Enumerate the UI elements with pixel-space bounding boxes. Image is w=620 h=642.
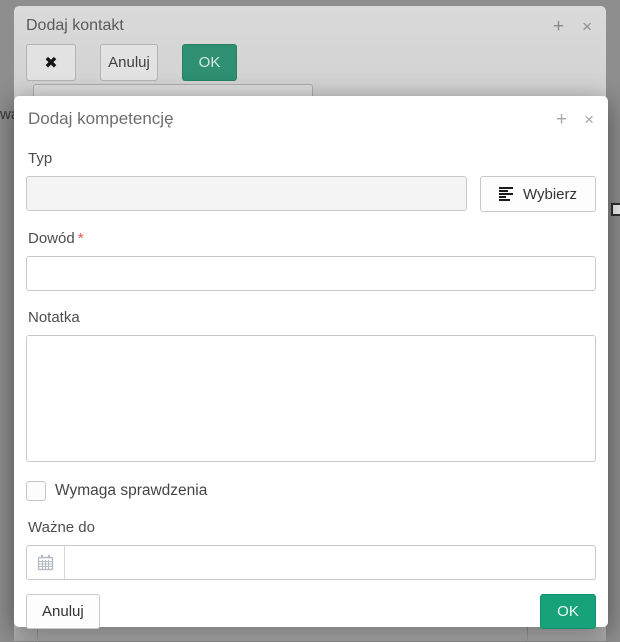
required-mark: * — [78, 230, 84, 247]
ok-button[interactable]: OK — [540, 594, 596, 629]
wybierz-button-label: Wybierz — [523, 186, 577, 203]
dialog-dodaj-kontakt-header: Dodaj kontakt + × — [14, 6, 606, 36]
background-table-cell — [14, 627, 38, 642]
wybierz-button[interactable]: Wybierz — [480, 176, 596, 212]
notatka-textarea[interactable] — [26, 335, 596, 462]
background-table-separator — [527, 627, 528, 642]
wazne-do-date-group — [26, 545, 596, 580]
wazne-do-label: Ważne do — [26, 519, 596, 537]
close-icon[interactable]: × — [582, 18, 592, 35]
cancel-button[interactable]: Anuluj — [100, 44, 158, 81]
dowod-label-text: Dowód — [28, 230, 75, 247]
dowod-label: Dowód* — [26, 230, 596, 248]
calendar-icon — [37, 554, 54, 571]
list-icon — [499, 187, 514, 201]
wazne-do-input[interactable] — [65, 546, 595, 579]
close-x-button[interactable]: ✖ — [26, 44, 76, 81]
dialog-dodaj-kompetencje: Dodaj kompetencję + × Typ Wybierz Dowód*… — [14, 96, 608, 627]
wymaga-sprawdzenia-label: Wymaga sprawdzenia — [55, 482, 207, 500]
dowod-input[interactable] — [26, 256, 596, 291]
wymaga-sprawdzenia-checkbox[interactable] — [26, 481, 46, 501]
background-partial-box — [611, 203, 620, 216]
dialog-toolbar: ✖ Anuluj OK — [14, 36, 606, 81]
maximize-icon[interactable]: + — [556, 110, 567, 129]
ok-button[interactable]: OK — [182, 44, 237, 81]
maximize-icon[interactable]: + — [553, 17, 564, 36]
cancel-button[interactable]: Anuluj — [26, 594, 100, 629]
modal-title: Dodaj kompetencję — [28, 109, 174, 129]
notatka-label: Notatka — [26, 309, 596, 327]
calendar-button[interactable] — [27, 546, 65, 579]
dialog-title: Dodaj kontakt — [26, 17, 124, 35]
typ-input[interactable] — [26, 176, 467, 211]
typ-label: Typ — [26, 150, 596, 168]
close-icon[interactable]: × — [584, 111, 594, 128]
modal-header: Dodaj kompetencję + × — [26, 106, 596, 132]
